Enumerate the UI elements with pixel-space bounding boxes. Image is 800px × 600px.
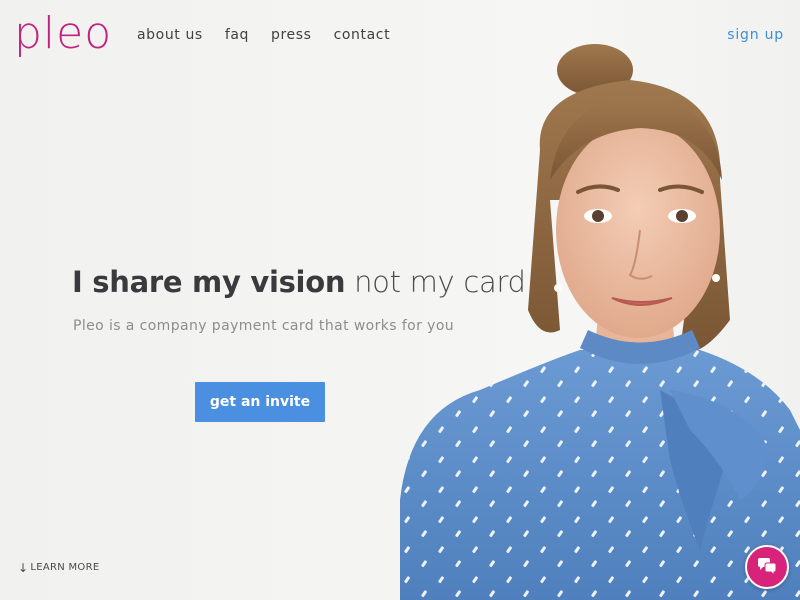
learn-more-label: LEARN MORE (30, 562, 100, 573)
nav-press[interactable]: press (271, 26, 312, 44)
nav-contact[interactable]: contact (334, 26, 391, 44)
down-arrow-icon: ↓ (18, 560, 29, 575)
nav-about-us[interactable]: about us (137, 26, 203, 44)
hero-headline: I share my vision not my card (72, 262, 526, 302)
get-invite-button[interactable]: get an invite (195, 382, 325, 422)
headline-bold: I share my vision (72, 265, 346, 299)
landing-page: pleo about us faq press contact sign up (0, 0, 800, 600)
hero-subline: Pleo is a company payment card that work… (73, 318, 455, 334)
headline-light: not my card (345, 265, 526, 299)
learn-more-link[interactable]: ↓ LEARN MORE (18, 560, 100, 575)
chat-button[interactable] (745, 545, 789, 589)
pleo-logo[interactable]: pleo (14, 4, 112, 64)
nav-faq[interactable]: faq (225, 26, 249, 44)
chat-bubbles-icon (758, 558, 777, 577)
main-nav: about us faq press contact (137, 26, 412, 44)
hero-photo (400, 44, 800, 600)
